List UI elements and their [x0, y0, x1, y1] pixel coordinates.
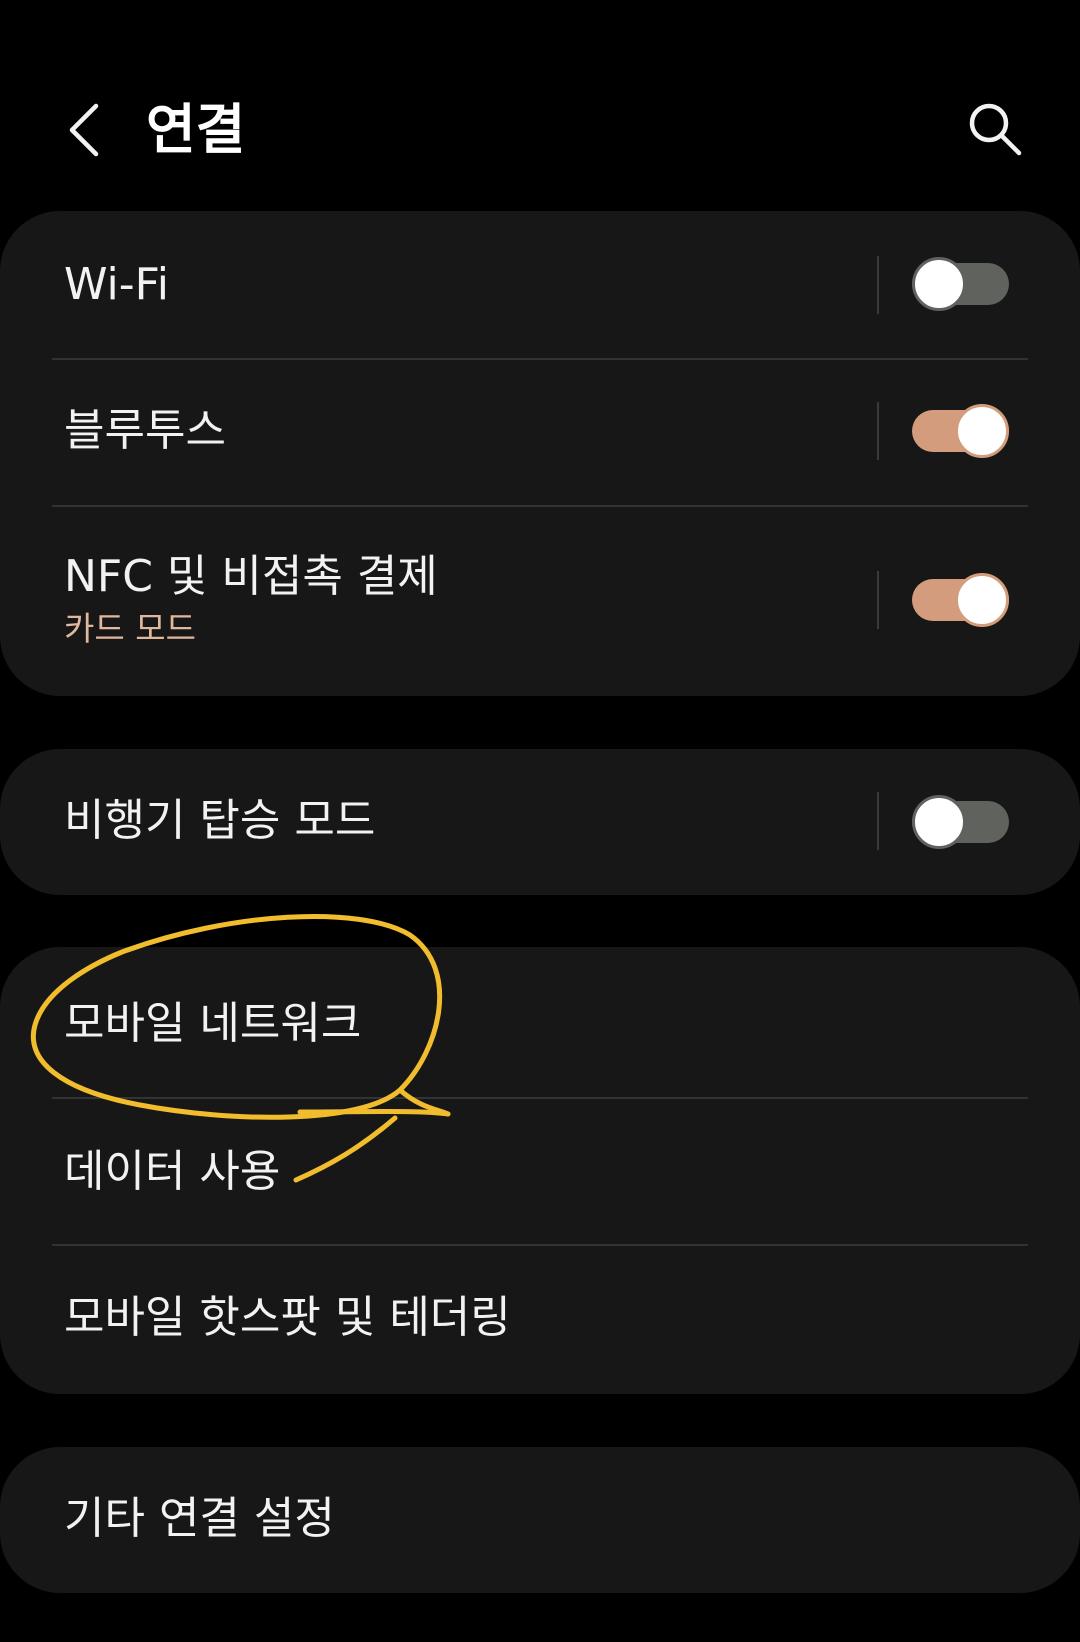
nfc-separator — [877, 571, 879, 629]
other-card: 기타 연결 설정 — [0, 1447, 1080, 1593]
wifi-separator — [877, 256, 879, 314]
other-settings-label: 기타 연결 설정 — [64, 1493, 335, 1544]
airplane-card: 비행기 탑승 모드 — [0, 749, 1080, 895]
connections-card: Wi-Fi 블루투스 NFC 및 비접촉 결제 카드 모드 — [0, 211, 1080, 696]
search-button[interactable] — [960, 94, 1030, 164]
back-button[interactable] — [52, 90, 116, 170]
nfc-row[interactable]: NFC 및 비접촉 결제 카드 모드 — [0, 507, 1080, 696]
other-settings-row[interactable]: 기타 연결 설정 — [0, 1447, 1080, 1593]
page-title: 연결 — [146, 98, 246, 161]
airplane-toggle[interactable] — [912, 795, 1009, 849]
airplane-toggle-knob — [912, 795, 966, 849]
nfc-toggle[interactable] — [912, 573, 1009, 627]
data-usage-label: 데이터 사용 — [64, 1146, 281, 1197]
bluetooth-label: 블루투스 — [64, 405, 226, 456]
nfc-label: NFC 및 비접촉 결제 — [64, 551, 438, 602]
wifi-row[interactable]: Wi-Fi — [0, 211, 1080, 359]
bluetooth-row[interactable]: 블루투스 — [0, 359, 1080, 505]
airplane-label: 비행기 탑승 모드 — [64, 795, 376, 846]
bluetooth-toggle-knob — [955, 404, 1009, 458]
wifi-label: Wi-Fi — [64, 259, 169, 310]
app-header: 연결 — [0, 0, 1080, 210]
back-arrow-icon — [69, 103, 99, 157]
wifi-toggle[interactable] — [912, 257, 1009, 311]
hotspot-row[interactable]: 모바일 핫스팟 및 테더링 — [0, 1246, 1080, 1394]
hotspot-label: 모바일 핫스팟 및 테더링 — [64, 1292, 511, 1343]
mobile-card: 모바일 네트워크 데이터 사용 모바일 핫스팟 및 테더링 — [0, 947, 1080, 1394]
mobile-network-label: 모바일 네트워크 — [64, 998, 362, 1049]
bluetooth-separator — [877, 402, 879, 460]
search-icon — [969, 103, 1022, 156]
nfc-toggle-knob — [955, 573, 1009, 627]
data-usage-row[interactable]: 데이터 사용 — [0, 1099, 1080, 1244]
airplane-separator — [877, 792, 879, 850]
wifi-toggle-knob — [912, 257, 966, 311]
mobile-network-row[interactable]: 모바일 네트워크 — [0, 947, 1080, 1097]
airplane-row[interactable]: 비행기 탑승 모드 — [0, 749, 1080, 895]
nfc-sublabel: 카드 모드 — [64, 609, 196, 648]
bluetooth-toggle[interactable] — [912, 404, 1009, 458]
